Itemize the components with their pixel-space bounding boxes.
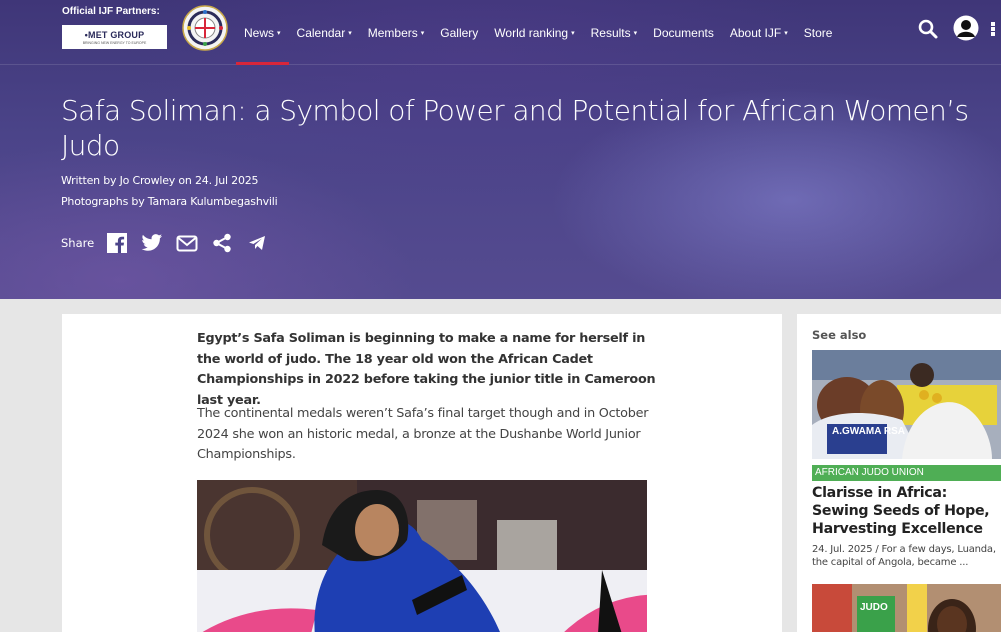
nav-members[interactable]: Members ▾ (360, 0, 433, 65)
share-bar: Share (61, 231, 281, 255)
menu-grid-icon[interactable] (991, 22, 1001, 36)
photo-text-gwama: A.GWAMA RSA (832, 426, 905, 437)
partners-label: Official IJF Partners: (62, 6, 160, 17)
photo-text-judo: JUDO (860, 602, 888, 613)
search-icon[interactable] (917, 18, 939, 40)
article-paragraph: The continental medals weren’t Safa’s fi… (197, 406, 649, 462)
partner-logo[interactable]: •MET GROUP BRINGING NEW ENERGY TO EUROPE (62, 25, 167, 49)
nav-world-ranking[interactable]: World ranking ▾ (486, 0, 582, 65)
partner-logo-subtext: BRINGING NEW ENERGY TO EUROPE (82, 40, 147, 45)
related-article-title[interactable]: Clarisse in Africa: Sewing Seeds of Hope… (812, 484, 1001, 538)
author-line: Written by Jo Crowley on 24. Jul 2025 (61, 174, 259, 187)
top-bar: Official IJF Partners: •MET GROUP BRINGI… (0, 0, 1001, 65)
nav-store[interactable]: Store (796, 0, 841, 65)
partner-logo-text: •MET GROUP (84, 29, 145, 40)
nav-news[interactable]: News ▾ (236, 0, 289, 65)
nav-documents[interactable]: Documents (645, 0, 722, 65)
sidebar-see-also: See also A.GWAMA RSA AFRICAN JUDO UNION … (797, 314, 1001, 632)
article-title: Safa Soliman: a Symbol of Power and Pote… (61, 94, 969, 162)
twitter-icon[interactable] (141, 232, 163, 254)
nav-results[interactable]: Results ▾ (583, 0, 646, 65)
article-lead: Egypt’s Safa Soliman is beginning to mak… (197, 331, 656, 408)
ijf-logo-icon[interactable] (182, 5, 228, 51)
hero-header: Official IJF Partners: •MET GROUP BRINGI… (0, 0, 1001, 299)
related-article-photo[interactable]: A.GWAMA RSA (812, 350, 1001, 459)
share-label: Share (61, 236, 95, 250)
related-article-photo-2[interactable]: JUDO (812, 584, 1001, 632)
article-body: Egypt’s Safa Soliman is beginning to mak… (62, 314, 782, 632)
nav-gallery[interactable]: Gallery (432, 0, 486, 65)
byline: Written by Jo Crowley on 24. Jul 2025 Ph… (61, 170, 278, 212)
related-article-meta: 24. Jul. 2025 / For a few days, Luanda, … (812, 544, 996, 568)
main-nav: News ▾ Calendar ▾ Members ▾ Gallery World r… (236, 0, 840, 65)
see-also-heading: See also (812, 328, 867, 342)
user-account-icon[interactable] (953, 15, 979, 41)
facebook-icon[interactable] (106, 232, 128, 254)
telegram-icon[interactable] (246, 232, 268, 254)
category-tag[interactable]: AFRICAN JUDO UNION (812, 465, 1001, 481)
share-icon[interactable] (211, 232, 233, 254)
photographer-line: Photographs by Tamara Kulumbegashvili (61, 195, 278, 208)
email-icon[interactable] (176, 232, 198, 254)
nav-calendar[interactable]: Calendar ▾ (289, 0, 360, 65)
article-photo[interactable] (197, 480, 647, 632)
nav-about-ijf[interactable]: About IJF ▾ (722, 0, 796, 65)
